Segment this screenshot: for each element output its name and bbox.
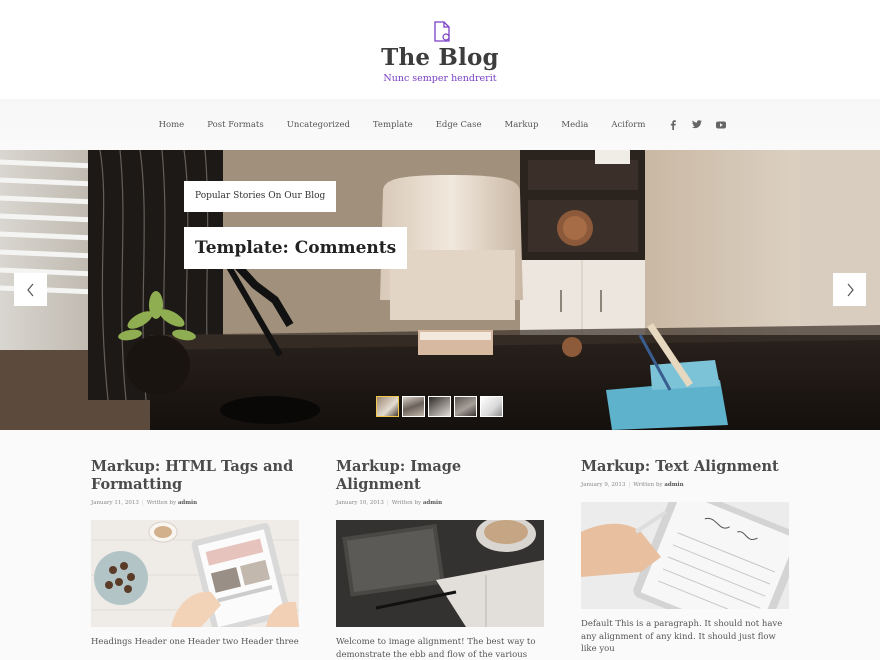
chevron-left-icon (26, 283, 33, 296)
nav-item-post-formats[interactable]: Post Formats (196, 120, 276, 130)
document-icon[interactable] (431, 21, 453, 43)
post-list: Markup: HTML Tags and Formatting January… (0, 430, 880, 660)
post-author[interactable]: admin (423, 500, 442, 506)
post-title[interactable]: Markup: HTML Tags and Formatting (91, 458, 299, 494)
chevron-right-icon (847, 283, 854, 296)
slider-next-button[interactable] (833, 273, 866, 306)
post-date[interactable]: January 9, 2013 (581, 482, 625, 488)
post-author[interactable]: admin (664, 482, 683, 488)
post-written-by: Written by (633, 482, 663, 488)
nav-menu: Home Post Formats Uncategorized Template… (0, 99, 880, 150)
post-card: Markup: HTML Tags and Formatting January… (91, 458, 299, 649)
youtube-icon[interactable] (709, 118, 733, 132)
slider-thumb-1[interactable] (376, 396, 399, 417)
hero-title[interactable]: Template: Comments (184, 227, 408, 269)
post-date[interactable]: January 11, 2013 (91, 500, 139, 506)
post-meta: January 10, 2013 | Written by admin (336, 500, 443, 506)
twitter-icon[interactable] (685, 118, 709, 132)
slider-thumb-3[interactable] (428, 396, 451, 417)
facebook-icon[interactable] (661, 118, 685, 132)
nav-item-home[interactable]: Home (147, 120, 196, 130)
hero-kicker: Popular Stories On Our Blog (184, 181, 337, 212)
post-card: Markup: Text Alignment January 9, 2013 | W… (581, 458, 789, 656)
nav-item-edge-case[interactable]: Edge Case (424, 120, 493, 130)
post-excerpt: Headings Header one Header two Header th… (91, 637, 299, 647)
nav-item-aciform[interactable]: Aciform (600, 120, 657, 130)
slider-prev-button[interactable] (14, 273, 47, 306)
post-meta: January 9, 2013 | Written by admin (581, 482, 684, 488)
post-meta: January 11, 2013 | Written by admin (91, 500, 198, 506)
slider-thumb-5[interactable] (480, 396, 503, 417)
nav-item-media[interactable]: Media (550, 120, 600, 130)
post-thumbnail[interactable] (336, 520, 544, 627)
post-thumbnail[interactable] (581, 502, 789, 609)
post-title[interactable]: Markup: Text Alignment (581, 458, 789, 476)
post-title[interactable]: Markup: Image Alignment (336, 458, 544, 494)
nav-item-markup[interactable]: Markup (493, 120, 550, 130)
main-navigation: Home Post Formats Uncategorized Template… (0, 99, 880, 150)
slider-thumbnails (376, 396, 503, 417)
post-written-by: Written by (146, 500, 177, 506)
hero-image (0, 150, 880, 430)
post-excerpt: Welcome to image alignment! The best way… (336, 637, 536, 660)
social-links (661, 118, 733, 132)
site-title[interactable]: The Blog (0, 44, 880, 71)
site-tagline: Nunc semper hendrerit (383, 73, 497, 84)
slider-thumb-2[interactable] (402, 396, 425, 417)
post-excerpt: Default This is a paragraph. It should n… (581, 619, 783, 654)
post-card: Markup: Image Alignment January 10, 2013… (336, 458, 544, 660)
post-author[interactable]: admin (178, 500, 197, 506)
slider-thumb-4[interactable] (454, 396, 477, 417)
hero-slider[interactable]: Popular Stories On Our Blog Template: Co… (0, 150, 880, 430)
nav-item-uncategorized[interactable]: Uncategorized (275, 120, 361, 130)
site-header: The Blog Nunc semper hendrerit (0, 0, 880, 99)
post-thumbnail[interactable] (91, 520, 299, 627)
post-date[interactable]: January 10, 2013 (336, 500, 384, 506)
post-written-by: Written by (391, 500, 422, 506)
nav-item-template[interactable]: Template (361, 120, 424, 130)
